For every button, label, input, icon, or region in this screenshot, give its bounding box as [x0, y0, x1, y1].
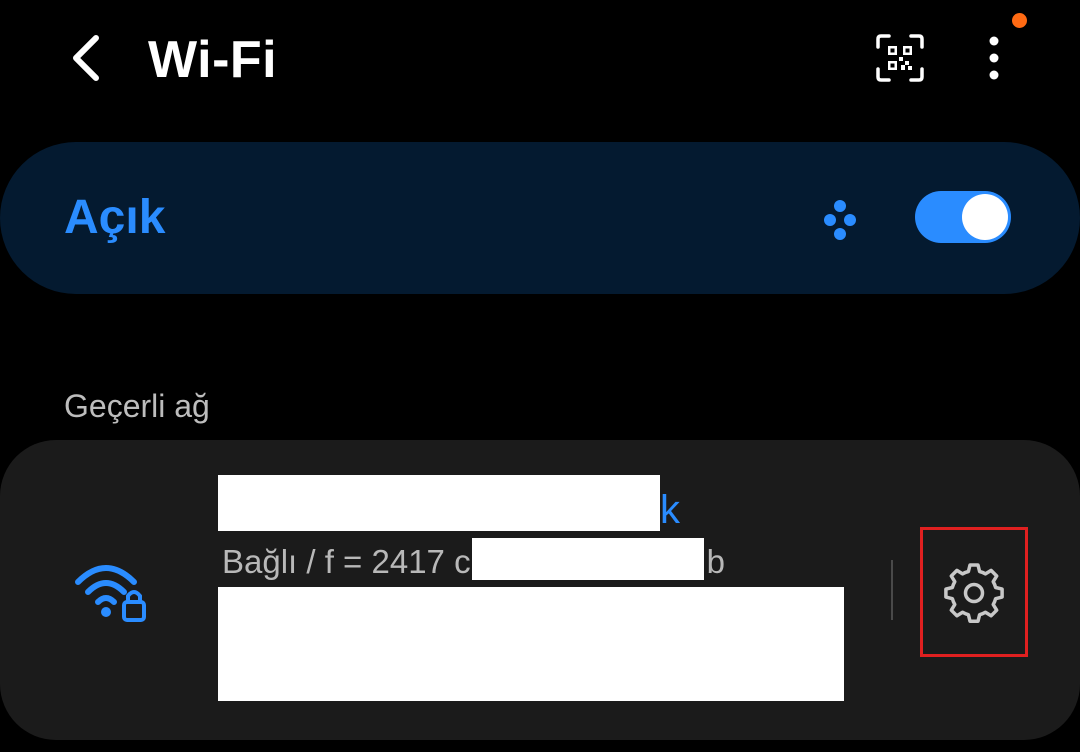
wifi-direct-icon [824, 200, 856, 240]
more-options-button[interactable] [966, 28, 1022, 88]
wifi-lock-icon [75, 565, 146, 622]
back-button[interactable] [58, 28, 114, 88]
divider [891, 560, 893, 620]
qr-scan-button[interactable] [870, 28, 930, 88]
wifi-toggle-switch[interactable] [915, 191, 1011, 243]
redacted-status-detail [472, 538, 704, 580]
wifi-toggle-card[interactable]: Açık [0, 142, 1080, 294]
section-title: Geçerli ağ [64, 388, 210, 424]
network-status-suffix: b [706, 543, 725, 580]
network-settings-button[interactable] [920, 527, 1028, 657]
redacted-network-details [218, 587, 844, 701]
gear-icon [944, 563, 1004, 623]
network-name-text: k [660, 488, 680, 532]
qr-code-scan-icon [876, 34, 924, 82]
current-network-item[interactable]: k Bağlı / f = 2417 c b [0, 440, 1080, 740]
chevron-left-icon [73, 35, 99, 81]
toggle-knob [962, 194, 1008, 240]
page-title: Wi-Fi [148, 31, 278, 89]
network-status-text: Bağlı / f = 2417 c [222, 543, 471, 580]
wifi-state-label: Açık [64, 191, 166, 244]
wifi-direct-button[interactable] [816, 198, 864, 242]
notification-dot [1012, 13, 1027, 28]
more-vertical-icon [989, 36, 999, 80]
redacted-network-name [218, 475, 660, 531]
